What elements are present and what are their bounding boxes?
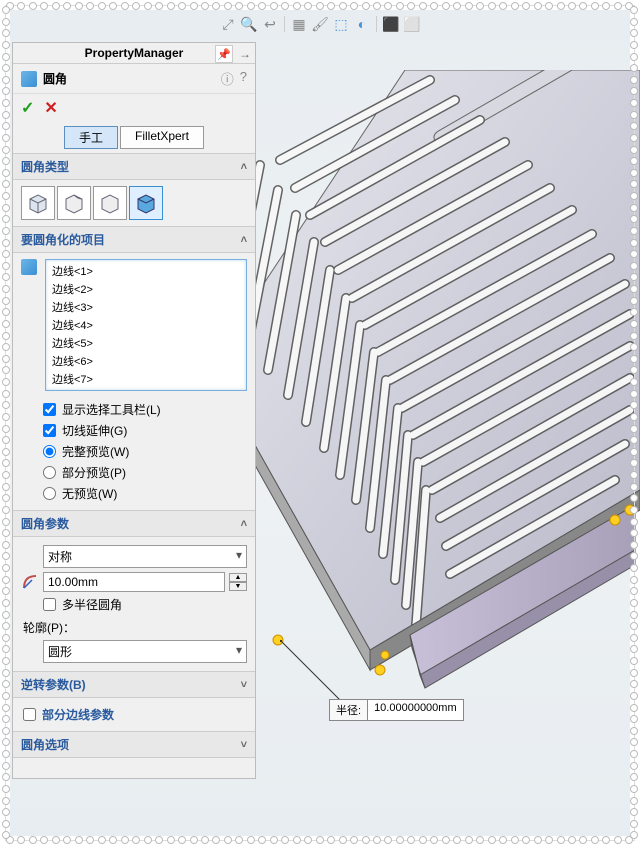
list-item[interactable]: 边线<2>	[48, 280, 244, 298]
hide-show-icon[interactable]: ⬜	[403, 15, 421, 33]
chk-tangent-prop[interactable]	[43, 424, 56, 437]
tab-manual[interactable]: 手工	[64, 126, 118, 149]
list-item[interactable]: 边线<5>	[48, 334, 244, 352]
edge-select-icon[interactable]	[21, 259, 39, 391]
symmetry-select[interactable]: 对称	[43, 545, 247, 568]
callout-leader	[280, 640, 370, 705]
chevron-up-icon: ˄	[241, 518, 247, 530]
fillet-feature-icon	[21, 71, 37, 87]
callout-label: 半径:	[330, 700, 368, 720]
fillet-type-face[interactable]	[93, 186, 127, 220]
ok-button[interactable]: ✓	[21, 98, 34, 118]
list-item[interactable]: 边线<7>	[48, 370, 244, 388]
tab-filletxpert[interactable]: FilletXpert	[120, 126, 204, 149]
section-view-icon[interactable]: ▦	[290, 15, 308, 33]
selection-list[interactable]: 边线<1> 边线<2> 边线<3> 边线<4> 边线<5> 边线<6> 边线<7…	[45, 259, 247, 391]
view-toolbar: ⤢ 🔍 ↩ ▦ 🖌 ⬚ ◐ ⬛ ⬜	[219, 15, 421, 33]
radio-no-preview[interactable]	[43, 487, 56, 500]
radius-callout[interactable]: 半径: 10.00000000mm	[329, 699, 464, 721]
zoom-fit-icon[interactable]: ⤢	[219, 15, 237, 33]
feature-name: 圆角	[43, 70, 67, 87]
radio-partial-preview[interactable]	[43, 466, 56, 479]
list-item[interactable]: 边线<6>	[48, 352, 244, 370]
section-items-to-fillet[interactable]: 要圆角化的项目 ˄	[13, 226, 255, 253]
list-item[interactable]: 边线<4>	[48, 316, 244, 334]
profile-label: 轮廓(P)：	[21, 615, 247, 638]
paint-icon[interactable]: 🖌	[311, 15, 329, 33]
radius-icon	[21, 573, 39, 591]
chk-partial-edge[interactable]	[23, 708, 36, 721]
panel-title: PropertyManager	[85, 46, 184, 60]
spin-down-icon: ▼	[229, 582, 247, 591]
chevron-down-icon: ˅	[241, 679, 247, 691]
chevron-down-icon: ˅	[241, 739, 247, 751]
feature-header: 圆角 ⓘ ?	[13, 64, 255, 94]
fillet-type-variable[interactable]	[57, 186, 91, 220]
list-item[interactable]: 边线<3>	[48, 298, 244, 316]
panel-title-bar: PropertyManager 📌 →	[13, 43, 255, 64]
list-item[interactable]: 边线<1>	[48, 262, 244, 280]
profile-select[interactable]: 圆形	[43, 640, 247, 663]
cancel-button[interactable]: ✕	[44, 98, 57, 118]
callout-value[interactable]: 10.00000000mm	[368, 700, 463, 720]
section-reverse-params[interactable]: 逆转参数(B) ˅	[13, 671, 255, 698]
prev-view-icon[interactable]: ↩	[261, 15, 279, 33]
view-orientation-icon[interactable]: ⬛	[382, 15, 400, 33]
display-style-icon[interactable]: ⬚	[332, 15, 350, 33]
spin-up-icon: ▲	[229, 573, 247, 582]
fillet-type-constant[interactable]	[21, 186, 55, 220]
chevron-up-icon: ˄	[241, 161, 247, 173]
fillet-type-full-round[interactable]	[129, 186, 163, 220]
section-fillet-options[interactable]: 圆角选项 ˅	[13, 731, 255, 758]
help-icon[interactable]: ⓘ	[221, 69, 234, 88]
property-manager-panel: PropertyManager 📌 → 圆角 ⓘ ? ✓ ✕ 手工 Fillet…	[12, 42, 256, 779]
radius-input[interactable]: 10.00mm	[43, 572, 225, 592]
radio-full-preview[interactable]	[43, 445, 56, 458]
section-fillet-params[interactable]: 圆角参数 ˄	[13, 510, 255, 537]
pin-icon[interactable]: 📌	[215, 45, 233, 63]
section-fillet-type[interactable]: 圆角类型 ˄	[13, 153, 255, 180]
zoom-area-icon[interactable]: 🔍	[240, 15, 258, 33]
chevron-up-icon: ˄	[241, 234, 247, 246]
mode-tabs: 手工 FilletXpert	[13, 122, 255, 153]
radius-spinner[interactable]: ▲▼	[229, 573, 247, 591]
chk-show-toolbar[interactable]	[43, 403, 56, 416]
scene-icon[interactable]: ◐	[353, 15, 371, 33]
chk-multi-radius[interactable]	[43, 598, 56, 611]
help2-icon[interactable]: ?	[240, 69, 247, 88]
fillet-type-icons	[21, 186, 247, 220]
panel-next-icon[interactable]: →	[239, 47, 251, 61]
